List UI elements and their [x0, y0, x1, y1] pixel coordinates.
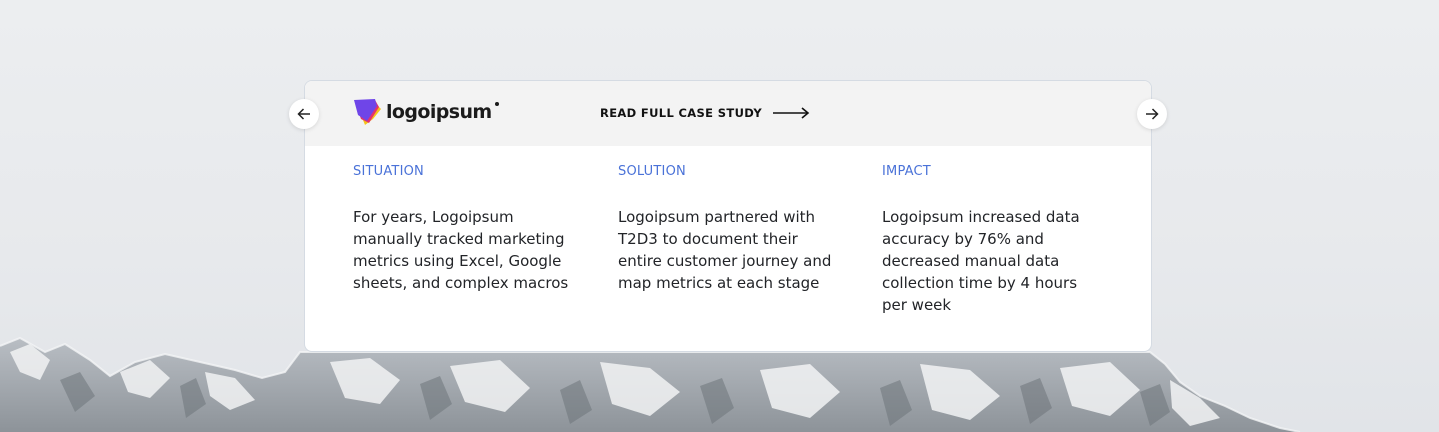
situation-heading: SITUATION [353, 164, 424, 179]
solution-text: Logoipsum partnered with T2D3 to documen… [618, 208, 832, 292]
situation-text: For years, Logoipsum manually tracked ma… [353, 208, 569, 292]
long-arrow-right-icon [773, 107, 810, 119]
next-slide-button[interactable] [1137, 99, 1167, 129]
impact-heading: IMPACT [882, 164, 931, 179]
brand-logo: logoipsum [353, 97, 499, 127]
read-case-study-label: READ FULL CASE STUDY [600, 106, 762, 120]
case-study-card: logoipsum READ FULL CASE STUDY SITUATION… [304, 80, 1152, 352]
arrow-left-icon [297, 108, 310, 120]
solution-column: SOLUTION Logoipsum partnered with T2D3 t… [618, 164, 850, 294]
previous-slide-button[interactable] [289, 99, 319, 129]
impact-column: IMPACT Logoipsum increased data accuracy… [882, 164, 1114, 316]
logo-wordmark: logoipsum [386, 101, 499, 123]
card-header: logoipsum READ FULL CASE STUDY [305, 81, 1151, 146]
solution-heading: SOLUTION [618, 164, 686, 179]
arrow-right-icon [1146, 108, 1159, 120]
read-case-study-link[interactable]: READ FULL CASE STUDY [600, 103, 810, 123]
situation-column: SITUATION For years, Logoipsum manually … [353, 164, 585, 294]
logoipsum-mark-icon [354, 99, 381, 125]
impact-text: Logoipsum increased data accuracy by 76%… [882, 208, 1080, 314]
